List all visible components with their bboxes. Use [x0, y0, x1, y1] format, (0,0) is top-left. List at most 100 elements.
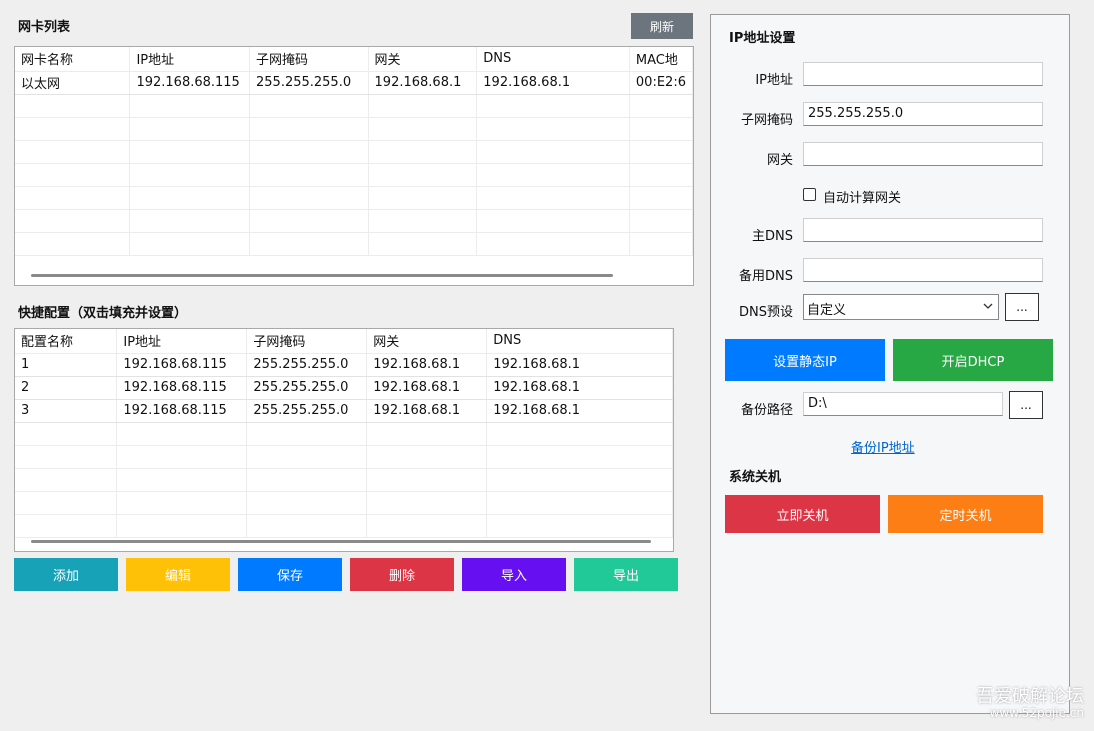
nic-table-hscrollbar[interactable]	[31, 274, 613, 277]
nic-list-cell[interactable]	[15, 117, 131, 141]
nic-list-empty-row[interactable]	[15, 140, 693, 164]
nic-list-cell[interactable]	[476, 209, 630, 233]
nic-list-column-header[interactable]: IP地址	[129, 47, 250, 72]
quick-config-cell[interactable]	[486, 422, 673, 446]
quick-config-empty-row[interactable]	[15, 468, 673, 492]
nic-list-cell[interactable]	[629, 94, 693, 118]
nic-list-cell[interactable]	[368, 140, 478, 164]
nic-list-cell[interactable]	[129, 209, 250, 233]
nic-list-cell[interactable]	[368, 186, 478, 210]
quick-config-cell[interactable]: 255.255.255.0	[246, 353, 368, 377]
nic-list-cell[interactable]	[249, 163, 369, 187]
quick-config-cell[interactable]: 192.168.68.115	[116, 376, 248, 400]
quick-config-row[interactable]: 3 192.168.68.115 255.255.255.0 192.168.68.1…	[15, 399, 673, 423]
quick-config-cell[interactable]	[15, 491, 118, 515]
nic-list-column-header[interactable]: 子网掩码	[249, 47, 369, 72]
quick-config-cell[interactable]: 192.168.68.1	[486, 399, 673, 423]
dns-preset-browse-button[interactable]: ...	[1005, 293, 1039, 321]
quick-config-cell[interactable]: 192.168.68.1	[486, 376, 673, 400]
quick-config-cell[interactable]	[116, 491, 248, 515]
import-button[interactable]: 导入	[462, 558, 566, 591]
quick-config-column-header[interactable]: 网关	[366, 329, 488, 354]
quick-config-cell[interactable]: 255.255.255.0	[246, 376, 368, 400]
quick-config-cell[interactable]	[15, 514, 118, 538]
nic-list-cell[interactable]	[15, 140, 131, 164]
nic-list-cell[interactable]	[15, 94, 131, 118]
nic-list-cell[interactable]	[129, 163, 250, 187]
nic-list-column-header[interactable]: DNS	[476, 47, 630, 72]
nic-list-cell[interactable]	[129, 140, 250, 164]
quick-config-cell[interactable]	[486, 514, 673, 538]
quick-config-hscrollbar[interactable]	[31, 540, 651, 543]
quick-config-cell[interactable]: 192.168.68.1	[366, 399, 488, 423]
quick-config-cell[interactable]: 2	[15, 376, 118, 400]
backup-path-browse-button[interactable]: ...	[1009, 391, 1043, 419]
auto-gateway-checkbox[interactable]	[803, 188, 816, 201]
nic-list-empty-row[interactable]	[15, 94, 693, 118]
quick-config-cell[interactable]	[366, 491, 488, 515]
shutdown-now-button[interactable]: 立即关机	[725, 495, 880, 533]
nic-table[interactable]: 网卡名称 IP地址 子网掩码 网关 DNS MAC地 以太网 192.168.68.115 25…	[14, 46, 694, 286]
shutdown-timed-button[interactable]: 定时关机	[888, 495, 1043, 533]
nic-list-cell[interactable]	[249, 94, 369, 118]
refresh-button[interactable]: 刷新	[631, 13, 693, 39]
nic-list-cell[interactable]	[629, 232, 693, 256]
nic-list-cell[interactable]	[249, 209, 369, 233]
quick-config-cell[interactable]	[15, 422, 118, 446]
nic-list-cell[interactable]	[129, 232, 250, 256]
nic-list-cell[interactable]	[476, 232, 630, 256]
nic-list-empty-row[interactable]	[15, 209, 693, 233]
quick-config-column-header[interactable]: IP地址	[116, 329, 248, 354]
quick-config-cell[interactable]	[246, 514, 368, 538]
nic-list-cell[interactable]	[15, 209, 131, 233]
quick-config-cell[interactable]: 192.168.68.115	[116, 353, 248, 377]
quick-config-cell[interactable]	[246, 422, 368, 446]
nic-list-cell[interactable]: 192.168.68.1	[368, 71, 478, 95]
nic-list-cell[interactable]	[129, 186, 250, 210]
dns1-input[interactable]	[803, 218, 1043, 242]
nic-list-cell[interactable]	[15, 163, 131, 187]
quick-config-cell[interactable]	[116, 422, 248, 446]
nic-list-empty-row[interactable]	[15, 117, 693, 141]
quick-config-cell[interactable]	[366, 514, 488, 538]
nic-list-cell[interactable]	[15, 186, 131, 210]
quick-config-cell[interactable]	[246, 468, 368, 492]
nic-list-cell[interactable]	[249, 140, 369, 164]
quick-config-cell[interactable]: 1	[15, 353, 118, 377]
dns2-input[interactable]	[803, 258, 1043, 282]
backup-path-input[interactable]: D:\	[803, 392, 1003, 416]
quick-config-cell[interactable]	[116, 468, 248, 492]
quick-config-row[interactable]: 2 192.168.68.115 255.255.255.0 192.168.68.1…	[15, 376, 673, 400]
nic-list-cell[interactable]	[249, 186, 369, 210]
nic-list-cell[interactable]	[129, 94, 250, 118]
quick-config-cell[interactable]	[366, 445, 488, 469]
quick-config-cell[interactable]: 255.255.255.0	[246, 399, 368, 423]
quick-config-cell[interactable]: 192.168.68.1	[486, 353, 673, 377]
nic-list-column-header[interactable]: 网卡名称	[15, 47, 131, 72]
quick-config-cell[interactable]	[246, 491, 368, 515]
quick-config-cell[interactable]	[116, 445, 248, 469]
quick-config-cell[interactable]: 3	[15, 399, 118, 423]
quick-config-cell[interactable]	[116, 514, 248, 538]
quick-config-cell[interactable]	[246, 445, 368, 469]
nic-list-cell[interactable]: 192.168.68.1	[476, 71, 630, 95]
quick-config-empty-row[interactable]	[15, 422, 673, 446]
nic-list-cell[interactable]	[629, 140, 693, 164]
dns-preset-select[interactable]: 自定义	[803, 294, 999, 320]
quick-config-cell[interactable]	[15, 468, 118, 492]
quick-config-column-header[interactable]: 子网掩码	[246, 329, 368, 354]
nic-list-cell[interactable]	[629, 163, 693, 187]
quick-config-column-header[interactable]: DNS	[486, 329, 673, 354]
nic-list-cell[interactable]: 192.168.68.115	[129, 71, 250, 95]
nic-list-cell[interactable]	[368, 209, 478, 233]
nic-list-cell[interactable]	[368, 232, 478, 256]
nic-list-cell[interactable]	[368, 94, 478, 118]
quick-config-empty-row[interactable]	[15, 514, 673, 538]
quick-config-cell[interactable]: 192.168.68.115	[116, 399, 248, 423]
quick-config-cell[interactable]: 192.168.68.1	[366, 353, 488, 377]
nic-list-column-header[interactable]: MAC地	[629, 47, 693, 72]
nic-list-empty-row[interactable]	[15, 163, 693, 187]
nic-list-cell[interactable]	[629, 186, 693, 210]
nic-list-cell[interactable]	[249, 117, 369, 141]
gateway-input[interactable]	[803, 142, 1043, 166]
